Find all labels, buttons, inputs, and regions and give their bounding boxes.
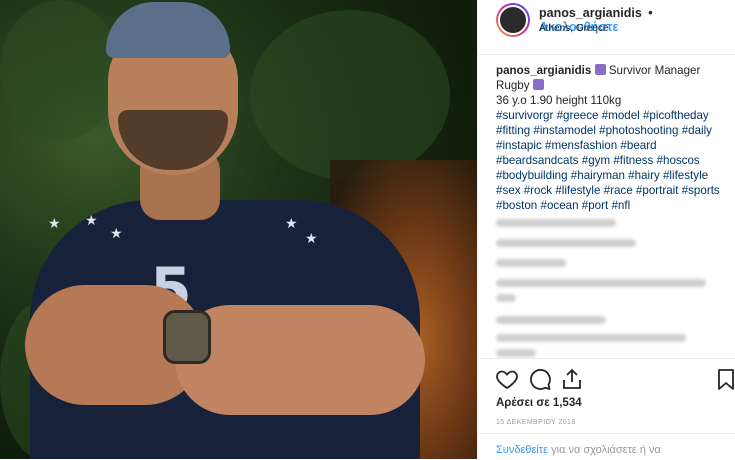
hashtag-link[interactable]: #instapic <box>496 139 542 152</box>
caption-line2: Rugby <box>496 79 530 92</box>
separator-dot: • <box>648 6 653 20</box>
blurred-comment <box>496 259 566 267</box>
hashtag-link[interactable]: #picoftheday <box>643 109 709 122</box>
post-header: panos_argianidis • Ακολουθήστε Athens, G… <box>478 0 735 55</box>
star-icon: ★ <box>85 212 98 228</box>
hashtag-list: #survivorgr #greece #model #picoftheday … <box>496 108 730 213</box>
star-icon: ★ <box>48 215 61 231</box>
caption-line1: Survivor Manager <box>608 64 701 77</box>
hashtag-link[interactable]: #sports <box>682 184 720 197</box>
hashtag-link[interactable]: #hairy <box>628 169 660 182</box>
arm-right <box>175 305 425 415</box>
hashtag-link[interactable]: #ocean <box>541 199 579 212</box>
blurred-comment <box>496 334 686 342</box>
hashtag-link[interactable]: #nfl <box>611 199 630 212</box>
login-link[interactable]: Συνδεθείτε <box>496 444 548 456</box>
post-actions: Αρέσει σε 1,534 15 ΔΕΚΕΜΒΡΙΟΥ 2018 Συνδε… <box>478 358 735 459</box>
blurred-comment <box>496 294 516 302</box>
hashtag-link[interactable]: #port <box>582 199 608 212</box>
post-photo[interactable]: 5 ★ ★ ★ ★ ★ <box>0 0 477 459</box>
comment-icon[interactable] <box>528 367 552 391</box>
hashtag-link[interactable]: #photoshooting <box>599 124 678 137</box>
comment-prompt: Συνδεθείτε για να σχολιάσετε ή να <box>496 444 661 456</box>
hashtag-link[interactable]: #hairyman <box>571 169 625 182</box>
cap <box>106 2 230 58</box>
hashtag-link[interactable]: #hoscos <box>657 154 700 167</box>
hashtag-link[interactable]: #race <box>604 184 633 197</box>
blurred-comment <box>496 239 636 247</box>
caption-username[interactable]: panos_argianidis <box>496 64 591 77</box>
post-sidebar: panos_argianidis • Ακολουθήστε Athens, G… <box>477 0 735 459</box>
hashtag-link[interactable]: #boston <box>496 199 537 212</box>
heart-icon[interactable] <box>495 367 519 391</box>
hashtag-link[interactable]: #rock <box>524 184 552 197</box>
hashtag-link[interactable]: #gym <box>582 154 610 167</box>
location-link[interactable]: Athens, Greece <box>539 23 608 34</box>
star-icon: ★ <box>305 230 318 246</box>
hashtag-link[interactable]: #greece <box>557 109 599 122</box>
hashtag-link[interactable]: #fitting <box>496 124 530 137</box>
star-icon: ★ <box>110 225 123 241</box>
hashtag-link[interactable]: #lifestyle <box>555 184 600 197</box>
blurred-comment <box>496 316 606 324</box>
hashtag-link[interactable]: #instamodel <box>533 124 596 137</box>
hashtag-link[interactable]: #portrait <box>636 184 679 197</box>
hashtag-link[interactable]: #survivorgr <box>496 109 553 122</box>
likes-count[interactable]: Αρέσει σε 1,534 <box>496 397 582 409</box>
hashtag-link[interactable]: #model <box>602 109 640 122</box>
blurred-comment <box>496 349 536 357</box>
hashtag-link[interactable]: #bodybuilding <box>496 169 568 182</box>
foliage <box>250 10 450 180</box>
username-link[interactable]: panos_argianidis <box>539 6 642 20</box>
watch <box>163 310 211 364</box>
comment-bar: Συνδεθείτε για να σχολιάσετε ή να <box>478 433 735 460</box>
hashtag-link[interactable]: #sex <box>496 184 521 197</box>
hashtag-link[interactable]: #beard <box>620 139 656 152</box>
hashtag-link[interactable]: #daily <box>682 124 712 137</box>
hashtag-link[interactable]: #fitness <box>613 154 653 167</box>
share-icon[interactable] <box>560 367 584 391</box>
hashtag-link[interactable]: #beardsandcats <box>496 154 579 167</box>
bookmark-icon[interactable] <box>714 367 735 391</box>
hashtag-link[interactable]: #lifestyle <box>663 169 708 182</box>
post-date: 15 ΔΕΚΕΜΒΡΙΟΥ 2018 <box>496 419 576 426</box>
caption-line3: 36 y.o 1.90 height 110kg <box>496 94 622 107</box>
blurred-comment <box>496 219 616 227</box>
hashtag-link[interactable]: #mensfashion <box>545 139 617 152</box>
star-icon: ★ <box>285 215 298 231</box>
comment-prompt-rest: για να σχολιάσετε ή να <box>548 444 661 456</box>
emoji-icon <box>532 79 544 90</box>
foliage <box>0 0 120 140</box>
avatar[interactable] <box>496 3 530 37</box>
emoji-icon <box>594 64 606 75</box>
blurred-comment <box>496 279 706 287</box>
caption: panos_argianidis Survivor Manager Rugby … <box>496 63 730 213</box>
